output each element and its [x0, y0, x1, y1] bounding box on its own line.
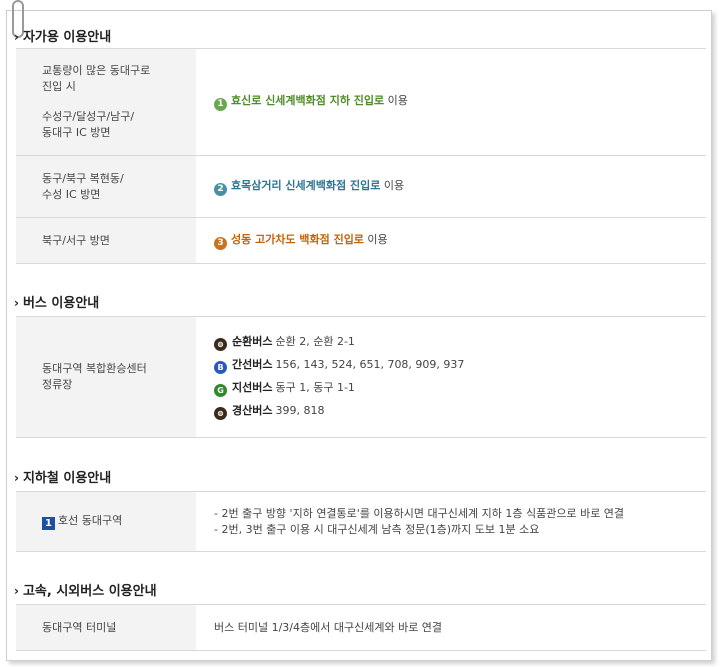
- section-title-express: › 고속, 시외버스 이용안내: [14, 584, 157, 599]
- trunk-bus-icon: B: [214, 361, 227, 374]
- table-row: 북구/서구 방면 3 성동 고가차도 백화점 진입로 이용: [16, 218, 706, 264]
- row-content: 버스 터미널 1/3/4층에서 대구신세계와 바로 연결: [214, 620, 443, 634]
- row-header: 동대구역 터미널: [16, 605, 196, 650]
- table-row: 교통량이 많은 동대구로 진입 시 수성구/달성구/남구/ 동대구 IC 방면 …: [16, 49, 706, 156]
- arrow-icon: ›: [14, 471, 19, 485]
- row-content: ⊜ 순환버스 순환 2, 순환 2-1 B 간선버스 156, 143, 524, 65…: [196, 317, 706, 437]
- bus-line: G 지선버스 동구 1, 동구 1-1: [214, 380, 688, 397]
- row-content: 3 성동 고가차도 백화점 진입로 이용: [196, 218, 706, 263]
- express-table: 동대구역 터미널 버스 터미널 1/3/4층에서 대구신세계와 바로 연결: [16, 604, 706, 651]
- route-name: 효목삼거리 신세계백화점 진입로: [231, 178, 381, 192]
- number-2-icon: 2: [214, 182, 227, 196]
- row-header: 1 호선 동대구역: [16, 492, 196, 551]
- route-name: 효신로 신세계백화점 지하 진입로: [231, 94, 385, 107]
- row-content: 2 효목삼거리 신세계백화점 진입로 이용: [196, 156, 706, 217]
- line-1-icon: 1: [42, 517, 55, 530]
- row-header: 동구/북구 복현동/ 수성 IC 방면: [16, 156, 196, 217]
- circular-bus-icon: ⊜: [214, 338, 227, 351]
- section-title-bus: › 버스 이용안내: [14, 296, 100, 311]
- section-title-car: › 자가용 이용안내: [14, 30, 112, 45]
- route-name: 성동 고가차도 백화점 진입로: [231, 232, 364, 246]
- subway-table: 1 호선 동대구역 - 2번 출구 방향 '지하 연결통로'를 이용하시면 대구신…: [16, 491, 706, 552]
- table-row: 동구/북구 복현동/ 수성 IC 방면 2 효목삼거리 신세계백화점 진입로 이용: [16, 156, 706, 218]
- section-title-subway: › 지하철 이용안내: [14, 471, 112, 486]
- bus-line: ⊜ 경산버스 399, 818: [214, 403, 688, 420]
- branch-bus-icon: G: [214, 384, 227, 397]
- row-content: - 2번 출구 방향 '지하 연결통로'를 이용하시면 대구신세계 지하 1층 …: [214, 506, 625, 536]
- car-table: 교통량이 많은 동대구로 진입 시 수성구/달성구/남구/ 동대구 IC 방면 …: [16, 48, 706, 264]
- bus-table: 동대구역 복합환승센터 정류장 ⊜ 순환버스 순환 2, 순환 2-1 B 간선버스 1…: [16, 316, 706, 438]
- row-header: 북구/서구 방면: [16, 218, 196, 263]
- arrow-icon: ›: [14, 30, 19, 44]
- number-1-icon: 1: [214, 98, 227, 111]
- gyeongsan-bus-icon: ⊜: [214, 407, 227, 420]
- arrow-icon: ›: [14, 296, 19, 310]
- table-row: 동대구역 복합환승센터 정류장 ⊜ 순환버스 순환 2, 순환 2-1 B 간선버스 1…: [16, 317, 706, 438]
- row-header: 교통량이 많은 동대구로 진입 시 수성구/달성구/남구/ 동대구 IC 방면: [16, 49, 196, 155]
- number-3-icon: 3: [214, 236, 227, 250]
- bus-line: B 간선버스 156, 143, 524, 651, 708, 909, 937: [214, 357, 688, 374]
- bus-line: ⊜ 순환버스 순환 2, 순환 2-1: [214, 334, 688, 351]
- row-content: 1 효신로 신세계백화점 지하 진입로 이용: [196, 49, 706, 155]
- row-header: 동대구역 복합환승센터 정류장: [16, 317, 196, 437]
- table-row: 1 호선 동대구역 - 2번 출구 방향 '지하 연결통로'를 이용하시면 대구신…: [16, 492, 706, 552]
- arrow-icon: ›: [14, 584, 19, 598]
- table-row: 동대구역 터미널 버스 터미널 1/3/4층에서 대구신세계와 바로 연결: [16, 605, 706, 651]
